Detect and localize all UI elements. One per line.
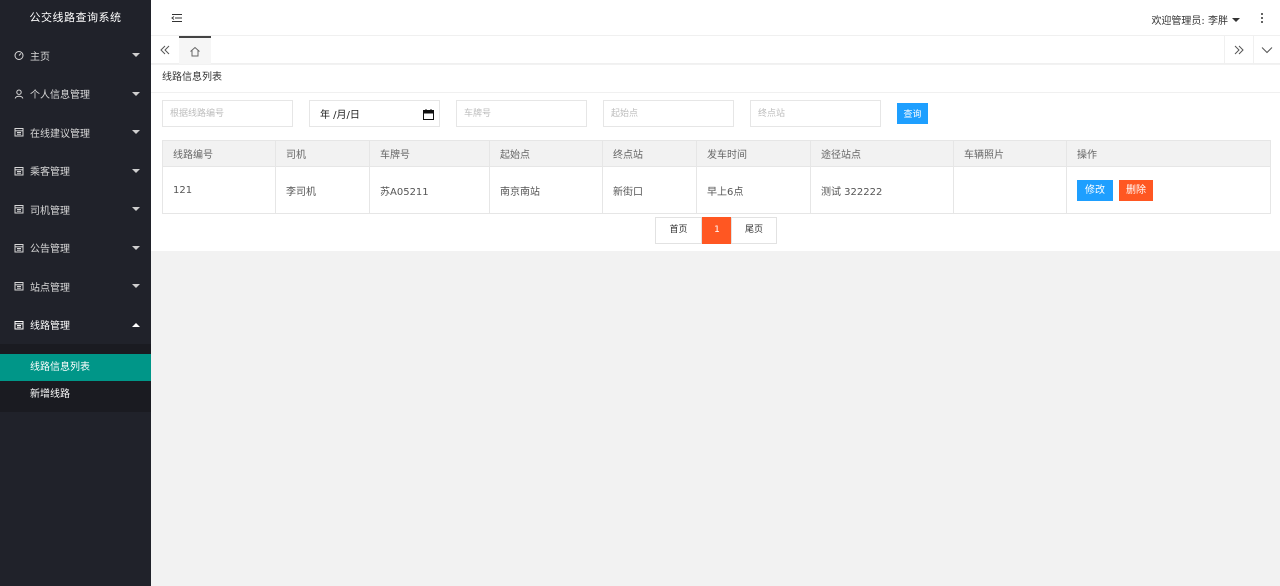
pagination: 首页 1 尾页 xyxy=(655,217,777,244)
sidebar-item-label: 个人信息管理 xyxy=(30,90,90,102)
col-header-stops: 途径站点 xyxy=(810,140,954,167)
calendar-icon xyxy=(14,127,24,137)
tabs-prev-icon[interactable] xyxy=(151,36,178,64)
sidebar-item-notices[interactable]: 公告管理 xyxy=(0,229,151,268)
calendar-picker-icon[interactable] xyxy=(423,109,434,123)
end-station-input[interactable] xyxy=(750,100,881,127)
sidebar-item-label: 线路管理 xyxy=(30,321,70,333)
plate-input[interactable] xyxy=(456,100,587,127)
sidebar-item-home[interactable]: 主页 xyxy=(0,36,151,75)
chevron-down-icon xyxy=(132,207,140,212)
pager-current[interactable]: 1 xyxy=(702,217,732,244)
sidebar-item-label: 司机管理 xyxy=(30,205,70,217)
chevron-down-icon xyxy=(132,91,140,96)
user-menu[interactable]: 欢迎管理员: 李胖 xyxy=(1151,12,1240,27)
cell-stops: 测试 322222 xyxy=(810,166,954,214)
sidebar-item-label: 主页 xyxy=(30,51,50,63)
search-button[interactable]: 查询 xyxy=(897,103,928,124)
tab-home[interactable] xyxy=(179,36,211,64)
col-header-route-no: 线路编号 xyxy=(162,140,276,167)
calendar-icon xyxy=(14,204,24,214)
edit-button[interactable]: 修改 xyxy=(1077,179,1113,201)
start-station-input[interactable] xyxy=(603,100,734,127)
app-title: 公交线路查询系统 xyxy=(29,11,122,24)
date-value: 年 /月/日 xyxy=(320,110,360,121)
cell-plate: 苏A05211 xyxy=(369,166,490,214)
caret-down-icon xyxy=(1232,17,1240,22)
col-header-start: 起始点 xyxy=(489,140,603,167)
more-vertical-icon[interactable] xyxy=(1260,12,1264,24)
table-row: 121 李司机 苏A05211 南京南站 新街口 早上6点 测试 322222 … xyxy=(162,166,1271,214)
cell-driver: 李司机 xyxy=(275,166,370,214)
calendar-icon xyxy=(14,243,24,253)
sidebar-item-passengers[interactable]: 乘客管理 xyxy=(0,152,151,191)
col-header-plate: 车牌号 xyxy=(369,140,490,167)
chevron-down-icon xyxy=(132,53,140,58)
calendar-icon xyxy=(14,320,24,330)
sidebar: 公交线路查询系统 主页 个人信息管理 在线建议管理 乘客管理 司机管理 公告管理… xyxy=(0,0,151,586)
cell-end: 新街口 xyxy=(602,166,697,214)
page-title: 线路信息列表 xyxy=(151,65,1280,93)
user-icon xyxy=(14,89,24,99)
col-header-actions: 操作 xyxy=(1066,140,1271,167)
route-no-input[interactable] xyxy=(162,100,293,127)
sidebar-item-suggestions[interactable]: 在线建议管理 xyxy=(0,113,151,152)
chevron-down-icon xyxy=(132,168,140,173)
sidebar-item-profile[interactable]: 个人信息管理 xyxy=(0,75,151,114)
cell-actions: 修改 删除 xyxy=(1066,166,1271,214)
chevron-down-icon xyxy=(132,245,140,250)
calendar-icon xyxy=(14,166,24,176)
calendar-icon xyxy=(14,281,24,291)
main-panel: 线路信息列表 年 /月/日 查询 线路编号 司机 车牌号 起始点 终点站 发车时… xyxy=(151,65,1280,251)
sidebar-item-label: 站点管理 xyxy=(30,282,70,294)
sidebar-item-stations[interactable]: 站点管理 xyxy=(0,267,151,306)
chevron-down-icon xyxy=(132,284,140,289)
pager-last[interactable]: 尾页 xyxy=(731,217,777,244)
submenu-route-list[interactable]: 线路信息列表 xyxy=(0,354,151,381)
cell-depart: 早上6点 xyxy=(696,166,811,214)
sidebar-item-label: 乘客管理 xyxy=(30,167,70,179)
search-form: 年 /月/日 查询 xyxy=(151,100,1280,127)
tabs-next-icon[interactable] xyxy=(1224,36,1253,64)
table-header-row: 线路编号 司机 车牌号 起始点 终点站 发车时间 途径站点 车辆照片 操作 xyxy=(162,140,1271,167)
chevron-down-icon xyxy=(132,130,140,135)
gauge-icon xyxy=(14,50,24,61)
sidebar-submenu: 线路信息列表 新增线路 xyxy=(0,344,151,412)
delete-button[interactable]: 删除 xyxy=(1119,179,1153,201)
user-greeting: 欢迎管理员: 李胖 xyxy=(1151,16,1228,27)
sidebar-item-label: 在线建议管理 xyxy=(30,128,90,140)
routes-table: 线路编号 司机 车牌号 起始点 终点站 发车时间 途径站点 车辆照片 操作 12… xyxy=(162,140,1271,214)
sidebar-item-routes[interactable]: 线路管理 xyxy=(0,306,151,345)
tab-bar xyxy=(151,36,1280,64)
cell-start: 南京南站 xyxy=(489,166,603,214)
tabs-menu-chevron-down-icon[interactable] xyxy=(1253,36,1280,64)
sidebar-item-drivers[interactable]: 司机管理 xyxy=(0,190,151,229)
col-header-end: 终点站 xyxy=(602,140,697,167)
cell-photo xyxy=(953,166,1067,214)
col-header-depart: 发车时间 xyxy=(696,140,811,167)
col-header-photo: 车辆照片 xyxy=(953,140,1067,167)
date-input[interactable]: 年 /月/日 xyxy=(309,100,440,127)
sidebar-item-label: 公告管理 xyxy=(30,244,70,256)
top-header: 欢迎管理员: 李胖 xyxy=(151,0,1280,36)
menu-toggle-icon[interactable] xyxy=(171,12,183,24)
submenu-add-route[interactable]: 新增线路 xyxy=(0,381,151,408)
cell-route-no: 121 xyxy=(162,166,276,214)
home-icon xyxy=(190,46,200,56)
chevron-up-icon xyxy=(132,322,140,327)
pager-first[interactable]: 首页 xyxy=(655,217,702,244)
col-header-driver: 司机 xyxy=(275,140,370,167)
